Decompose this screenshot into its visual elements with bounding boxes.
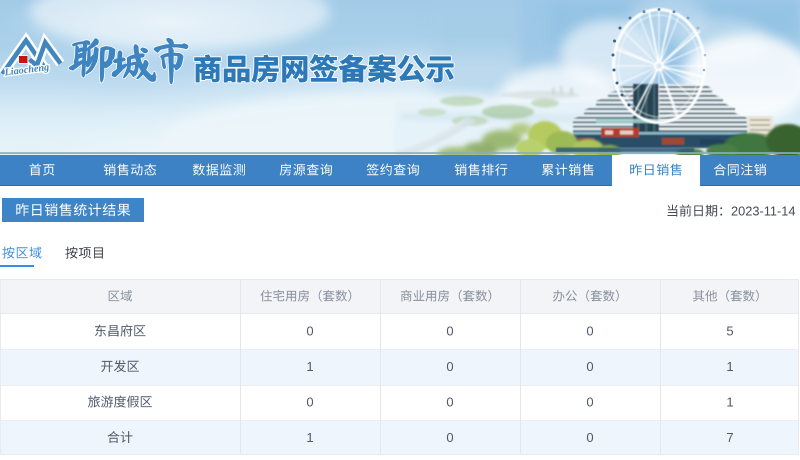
svg-text:0: 0	[586, 395, 593, 410]
svg-text:1: 1	[306, 430, 313, 445]
svg-text:0: 0	[446, 395, 453, 410]
svg-text:1: 1	[306, 359, 313, 374]
svg-text:0: 0	[446, 359, 453, 374]
svg-text:1: 1	[726, 395, 733, 410]
svg-text:0: 0	[586, 324, 593, 339]
svg-text:0: 0	[586, 359, 593, 374]
svg-text:0: 0	[586, 430, 593, 445]
svg-text:5: 5	[726, 324, 733, 339]
svg-text:0: 0	[306, 324, 313, 339]
svg-text:1: 1	[726, 359, 733, 374]
svg-text:2023-11-14: 2023-11-14	[731, 204, 796, 219]
svg-text:0: 0	[446, 324, 453, 339]
svg-text:0: 0	[306, 395, 313, 410]
svg-text:0: 0	[446, 430, 453, 445]
svg-text:7: 7	[726, 430, 733, 445]
